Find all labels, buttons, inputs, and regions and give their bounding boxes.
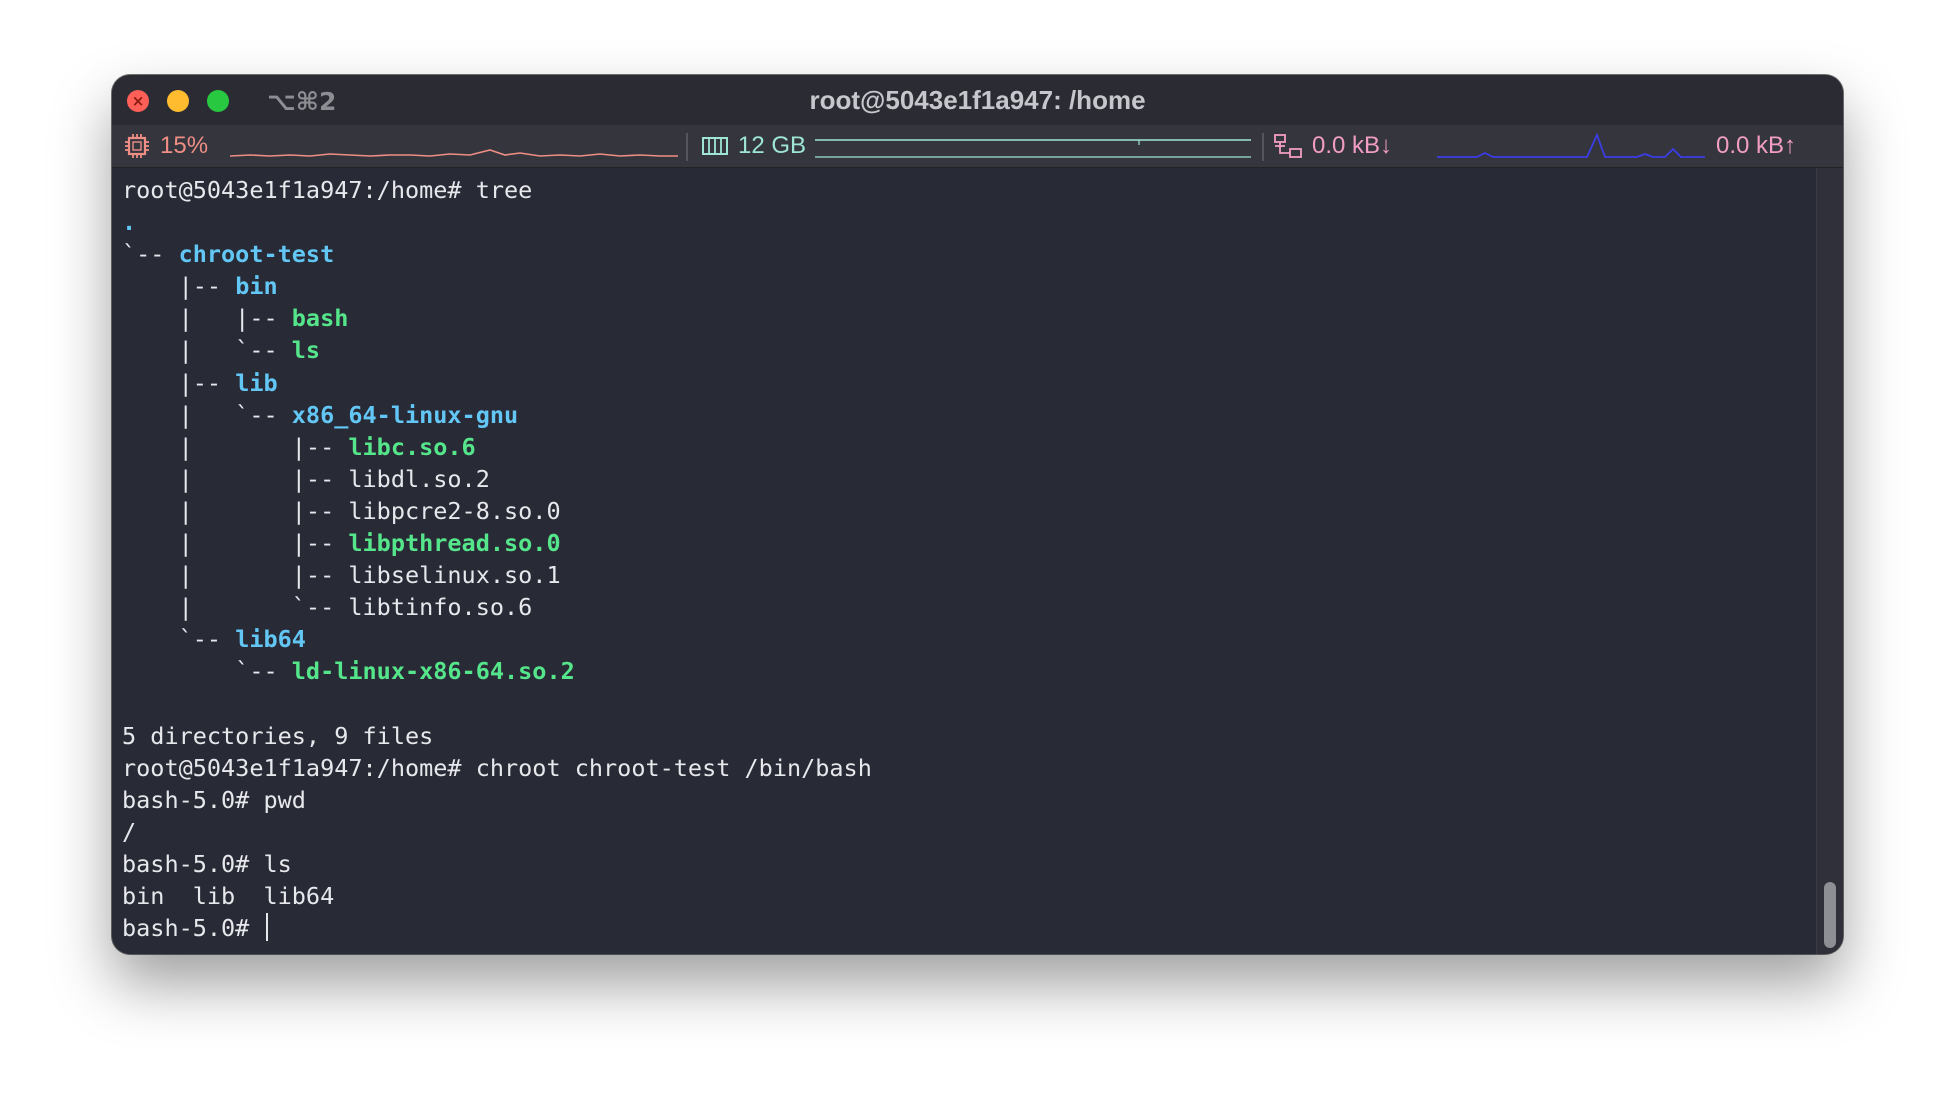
terminal-line: | `-- libtinfo.so.6 — [122, 591, 1812, 623]
memory-status: 12 GB — [702, 125, 806, 167]
terminal-line: root@5043e1f1a947:/home# chroot chroot-t… — [122, 752, 1812, 784]
terminal-text: | `-- libtinfo.so.6 — [122, 593, 533, 622]
network-sparkline — [1437, 132, 1705, 158]
terminal-text: |-- — [122, 272, 236, 301]
network-download: 0.0 kB↓ — [1312, 132, 1393, 159]
network-upload: 0.0 kB↑ — [1716, 132, 1797, 159]
terminal-line: bash-5.0# — [122, 912, 1812, 944]
terminal-line: | |-- bash — [122, 302, 1812, 334]
directory-name: lib — [235, 368, 278, 397]
terminal-line: root@5043e1f1a947:/home# tree — [122, 174, 1812, 206]
terminal-line: | |-- libdl.so.2 — [122, 463, 1812, 495]
executable-name: ls — [291, 336, 321, 365]
status-divider — [1262, 133, 1264, 161]
terminal-line: |-- bin — [122, 270, 1812, 302]
memory-icon — [702, 137, 728, 155]
terminal-line: `-- ld-linux-x86-64.so.2 — [122, 655, 1812, 687]
terminal-line: | |-- libpthread.so.0 — [122, 527, 1812, 559]
terminal-text: bash-5.0# pwd — [122, 785, 306, 814]
terminal-line: | |-- libselinux.so.1 — [122, 559, 1812, 591]
terminal-text: root@5043e1f1a947:/home# tree — [122, 176, 533, 204]
cpu-percent: 15% — [160, 132, 209, 159]
memory-sparkline — [815, 139, 1251, 158]
executable-name: libc.so.6 — [348, 432, 476, 461]
terminal-text: / — [122, 817, 137, 846]
cpu-sparkline — [230, 149, 678, 157]
executable-name: ld-linux-x86-64.so.2 — [291, 657, 575, 686]
memory-usage: 12 GB — [738, 132, 807, 159]
terminal-line: `-- lib64 — [122, 623, 1812, 655]
terminal-text: | |-- libpcre2-8.so.0 — [122, 496, 561, 525]
terminal-line: 5 directories, 9 files — [122, 720, 1812, 752]
scrollbar-thumb[interactable] — [1824, 882, 1836, 948]
terminal-text: `-- — [122, 625, 236, 654]
directory-name: lib64 — [235, 625, 306, 654]
network-icon — [1274, 134, 1302, 158]
terminal-text: `-- — [122, 657, 292, 686]
network-status: 0.0 kB↓ — [1274, 125, 1392, 167]
window-title: root@5043e1f1a947: /home — [809, 85, 1146, 115]
text-cursor — [266, 913, 269, 942]
terminal-text: | `-- — [122, 400, 292, 429]
terminal-output[interactable]: root@5043e1f1a947:/home# tree. `-- chroot… — [122, 168, 1812, 954]
scrollbar-track[interactable] — [1816, 168, 1843, 954]
terminal-text: | |-- — [122, 529, 349, 558]
directory-name: x86_64-linux-gnu — [291, 400, 519, 429]
terminal-text: | `-- — [122, 336, 292, 365]
terminal-text: bin lib lib64 — [122, 882, 335, 911]
terminal-line: . — [122, 206, 1812, 238]
terminal-text: | |-- — [122, 304, 292, 333]
terminal-line: `-- chroot-test — [122, 238, 1812, 270]
terminal-line: / — [122, 816, 1812, 848]
title-bar: × ⌥⌘2 root@5043e1f1a947: /home — [112, 75, 1843, 125]
executable-name: bash — [291, 304, 349, 333]
terminal-line: | `-- x86_64-linux-gnu — [122, 399, 1812, 431]
terminal-text: root@5043e1f1a947:/home# chroot chroot-t… — [122, 753, 872, 782]
terminal-line: |-- lib — [122, 367, 1812, 399]
directory-name: . — [122, 208, 137, 237]
terminal-line: | |-- libpcre2-8.so.0 — [122, 495, 1812, 527]
terminal-text: `-- — [122, 240, 179, 269]
terminal-line: | |-- libc.so.6 — [122, 431, 1812, 463]
terminal-line: bin lib lib64 — [122, 880, 1812, 912]
terminal-text: bash-5.0# ls — [122, 849, 292, 878]
status-divider — [686, 133, 688, 161]
terminal-text: | |-- libdl.so.2 — [122, 464, 490, 493]
terminal-line: | `-- ls — [122, 334, 1812, 366]
directory-name: bin — [235, 272, 278, 301]
network-upload-status: 0.0 kB↑ — [1716, 125, 1796, 167]
terminal-text: bash-5.0# — [122, 914, 264, 943]
terminal-line: bash-5.0# ls — [122, 848, 1812, 880]
executable-name: libpthread.so.0 — [348, 529, 561, 558]
terminal-text: 5 directories, 9 files — [122, 721, 434, 750]
terminal-text: |-- — [122, 368, 236, 397]
status-bar: 15% 12 GB 0.0 kB↓ 0.0 kB↑ — [112, 125, 1843, 168]
directory-name: chroot-test — [178, 240, 335, 269]
cpu-chip-icon — [125, 134, 149, 158]
terminal-text: | |-- libselinux.so.1 — [122, 561, 561, 590]
terminal-window: × ⌥⌘2 root@5043e1f1a947: /home 15% 12 GB… — [112, 75, 1843, 954]
cpu-status: 15% — [124, 125, 208, 167]
terminal-text: | |-- — [122, 432, 349, 461]
terminal-line: bash-5.0# pwd — [122, 784, 1812, 816]
